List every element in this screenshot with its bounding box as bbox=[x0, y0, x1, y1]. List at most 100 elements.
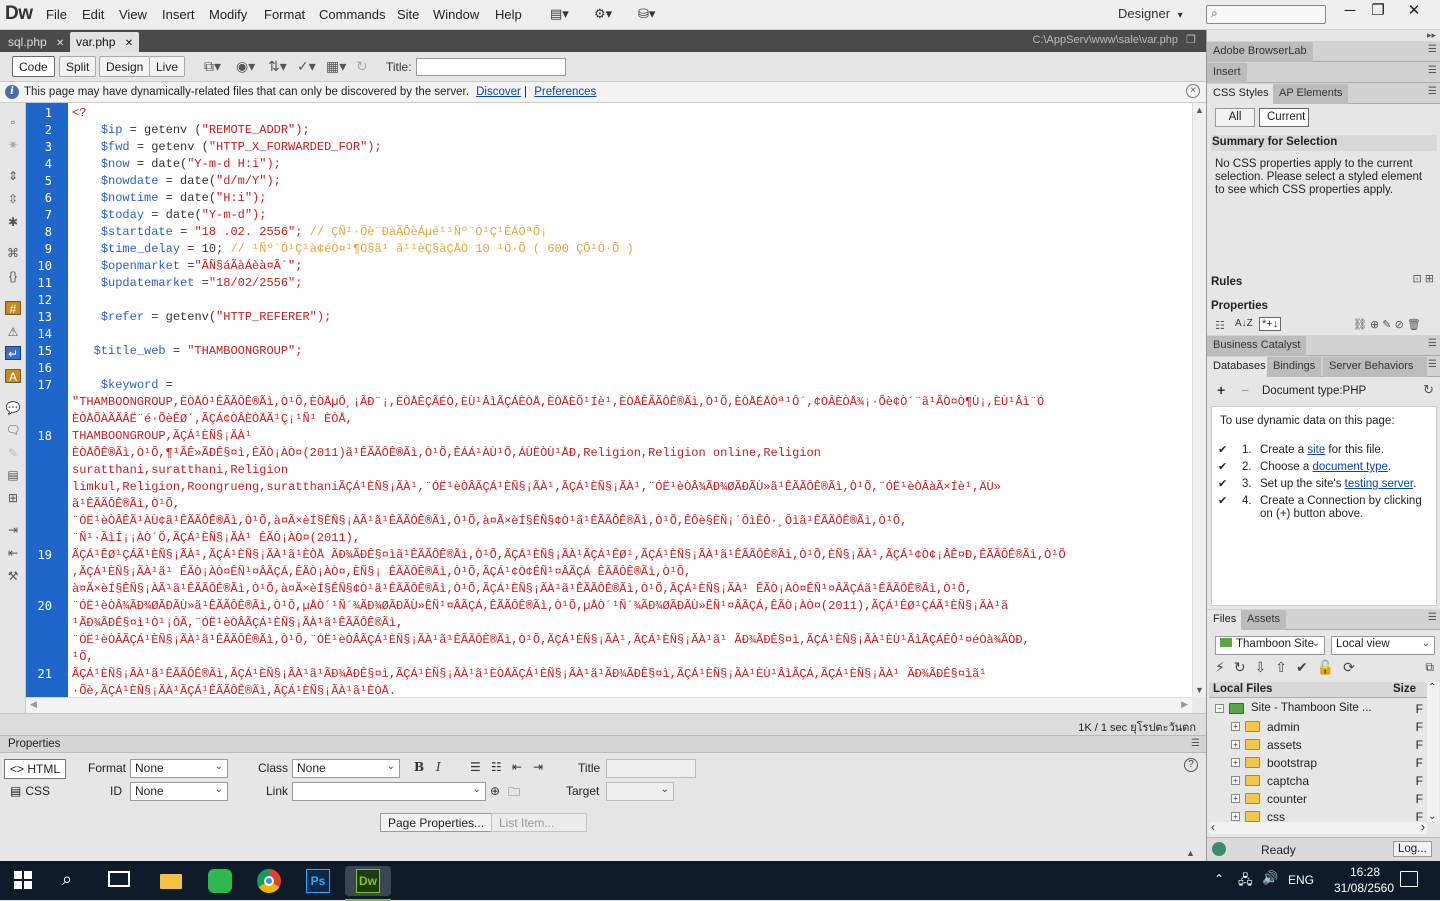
restore-doc-icon[interactable]: ❐ bbox=[1186, 33, 1196, 46]
collapse-icon[interactable]: − bbox=[1215, 704, 1224, 713]
layout-icon[interactable]: ▤▾ bbox=[550, 6, 569, 24]
step-link[interactable]: document type bbox=[1312, 461, 1387, 473]
collapse-dock-icon[interactable]: ▸▸ bbox=[1427, 30, 1436, 41]
dreamweaver-taskbar-icon[interactable]: Dw bbox=[345, 866, 391, 901]
wrap-tag-icon[interactable]: ✎ bbox=[5, 446, 21, 460]
css-property-tools-icon[interactable]: ⛓ ⊕ ✎ ⊘ 🗑 bbox=[1353, 318, 1421, 331]
refresh-icon[interactable]: ↻ bbox=[1423, 382, 1434, 398]
sort-az-icon[interactable]: A↓Z bbox=[1235, 318, 1253, 329]
menu-commands[interactable]: Commands bbox=[319, 7, 385, 22]
files-vscroll[interactable]: ⌃ ⌄ bbox=[1427, 682, 1439, 822]
format-select[interactable]: None ⌄ bbox=[130, 759, 228, 778]
tab-server-behaviors[interactable]: Server Behaviors bbox=[1323, 357, 1427, 377]
panel-menu-icon[interactable]: ☰ bbox=[1191, 738, 1200, 749]
code-view-button[interactable]: Code bbox=[12, 56, 55, 77]
show-category-icon[interactable]: ☷ bbox=[1215, 319, 1225, 332]
remove-comment-icon[interactable]: 🗨 bbox=[5, 423, 21, 437]
code-horizontal-scrollbar[interactable]: ◀ ▶ bbox=[26, 697, 1192, 713]
tab-ap-elements[interactable]: AP Elements bbox=[1273, 84, 1349, 104]
volume-icon[interactable]: 🔊 bbox=[1262, 870, 1278, 886]
line-app-icon[interactable] bbox=[205, 866, 235, 896]
local-files-header[interactable]: Local Files bbox=[1213, 683, 1272, 695]
menu-modify[interactable]: Modify bbox=[209, 7, 247, 22]
line-numbers-icon[interactable]: # bbox=[5, 301, 21, 316]
browse-folder-icon[interactable]: 🗀 bbox=[508, 783, 520, 804]
folder-row-assets[interactable]: + assets F bbox=[1207, 736, 1440, 754]
chevron-up-icon[interactable]: ⌃ bbox=[1214, 872, 1224, 886]
select-parent-tag-icon[interactable]: ⌘ bbox=[5, 246, 21, 260]
panel-menu-icon[interactable]: ☰ bbox=[1428, 338, 1437, 349]
tab-var-php[interactable]: var.php ✕ bbox=[70, 32, 140, 52]
panel-menu-icon[interactable]: ☰ bbox=[1428, 612, 1437, 623]
collapse-icon[interactable]: ▲ bbox=[1186, 848, 1195, 858]
folder-row-bootstrap[interactable]: + bootstrap F bbox=[1207, 754, 1440, 772]
network-icon[interactable]: 🖧 bbox=[1238, 871, 1253, 893]
language-indicator[interactable]: ENG bbox=[1288, 873, 1314, 887]
site-root-row[interactable]: − Site - Thamboon Site ... F bbox=[1207, 700, 1440, 718]
preferences-link[interactable]: Preferences bbox=[534, 86, 596, 98]
tab-assets[interactable]: Assets bbox=[1241, 610, 1287, 630]
close-infobar-button[interactable]: × bbox=[1186, 84, 1200, 98]
bold-button[interactable]: B bbox=[414, 760, 424, 774]
link-input[interactable]: ⌄ bbox=[292, 782, 486, 801]
list-item-button[interactable]: List Item... bbox=[491, 813, 587, 832]
size-header[interactable]: Size bbox=[1393, 683, 1416, 695]
tab-business-catalyst[interactable]: Business Catalyst bbox=[1207, 336, 1307, 356]
tab-css-styles[interactable]: CSS Styles bbox=[1207, 84, 1275, 104]
expand-all-icon[interactable]: ✱ bbox=[5, 215, 21, 229]
site-select[interactable]: Thamboon Site ⌄ bbox=[1215, 636, 1325, 655]
folder-row-admin[interactable]: + admin F bbox=[1207, 718, 1440, 736]
css-all-button[interactable]: All bbox=[1215, 108, 1255, 127]
live-view-button[interactable]: Live bbox=[149, 56, 186, 77]
format-source-icon[interactable]: ⚒ bbox=[5, 569, 21, 583]
outdent-icon[interactable]: ⇤ bbox=[512, 760, 522, 774]
css-mode-button[interactable]: ▤ CSS bbox=[10, 784, 50, 798]
help-search-input[interactable]: ⌕ bbox=[1206, 5, 1326, 24]
refresh-icon[interactable]: ↻ bbox=[356, 58, 368, 75]
search-icon[interactable]: ⌕ bbox=[62, 869, 72, 890]
files-toolbar-icons[interactable]: ⚡↻⇩⇧✔🔓⟳ bbox=[1215, 659, 1364, 676]
scroll-left-icon[interactable]: ◀ bbox=[30, 699, 37, 710]
open-documents-icon[interactable]: ▫ bbox=[5, 115, 21, 129]
point-to-file-icon[interactable]: ⊕ bbox=[490, 784, 500, 798]
menu-insert[interactable]: Insert bbox=[162, 7, 195, 22]
rules-icons[interactable]: ⊡ ⊞ bbox=[1413, 272, 1435, 285]
menu-format[interactable]: Format bbox=[264, 7, 305, 22]
multiscreen-icon[interactable]: ⧉▾ bbox=[204, 58, 221, 75]
menu-help[interactable]: Help bbox=[495, 7, 522, 22]
tab-sql-php[interactable]: sql.php ✕ bbox=[2, 32, 70, 52]
task-view-icon[interactable] bbox=[108, 871, 130, 887]
italic-button[interactable]: I bbox=[436, 760, 441, 774]
unordered-list-icon[interactable]: ☰ bbox=[470, 760, 481, 774]
document-title-input[interactable] bbox=[416, 58, 566, 76]
step-link[interactable]: testing server bbox=[1345, 478, 1413, 490]
scroll-down-icon[interactable]: ▼ bbox=[1195, 685, 1204, 695]
tab-browserlab[interactable]: Adobe BrowserLab bbox=[1207, 42, 1313, 62]
menu-file[interactable]: File bbox=[46, 7, 67, 22]
code-vertical-scrollbar[interactable]: ▲ ▼ bbox=[1192, 103, 1206, 697]
browserlab-panel-header[interactable]: Adobe BrowserLab ☰ bbox=[1207, 41, 1440, 62]
move-css-icon[interactable]: ⊞ bbox=[5, 491, 21, 505]
gear-icon[interactable]: ⚙▾ bbox=[594, 6, 612, 24]
split-view-button[interactable]: Split bbox=[59, 56, 97, 77]
log-button[interactable]: Log... bbox=[1393, 841, 1432, 857]
scroll-left-icon[interactable]: ‹ bbox=[1211, 820, 1215, 834]
panel-menu-icon[interactable]: ☰ bbox=[1428, 359, 1437, 370]
expand-icon[interactable]: + bbox=[1231, 794, 1240, 803]
workspace-switcher[interactable]: Designer ▾ bbox=[1118, 6, 1183, 21]
close-icon[interactable]: ✕ bbox=[56, 38, 64, 49]
step-link[interactable]: site bbox=[1307, 444, 1325, 456]
tab-bindings[interactable]: Bindings bbox=[1267, 357, 1322, 377]
code-editor[interactable]: <? $ip = getenv ("REMOTE_ADDR"); $fwd = … bbox=[68, 103, 1192, 697]
file-explorer-icon[interactable] bbox=[156, 866, 186, 896]
photoshop-icon[interactable]: Ps bbox=[303, 866, 333, 896]
windows-start-icon[interactable] bbox=[14, 871, 32, 889]
add-icon[interactable]: + bbox=[1217, 382, 1225, 398]
indent-code-icon[interactable]: ⇥ bbox=[5, 523, 21, 537]
expand-icon[interactable]: + bbox=[1231, 776, 1240, 785]
business-catalyst-header[interactable]: Business Catalyst ☰ bbox=[1207, 335, 1440, 356]
help-icon[interactable]: ? bbox=[1184, 758, 1198, 772]
scroll-down-icon[interactable]: ⌄ bbox=[1428, 811, 1436, 822]
validate-icon[interactable]: ✓▾ bbox=[297, 58, 316, 75]
folder-row-captcha[interactable]: + captcha F bbox=[1207, 772, 1440, 790]
